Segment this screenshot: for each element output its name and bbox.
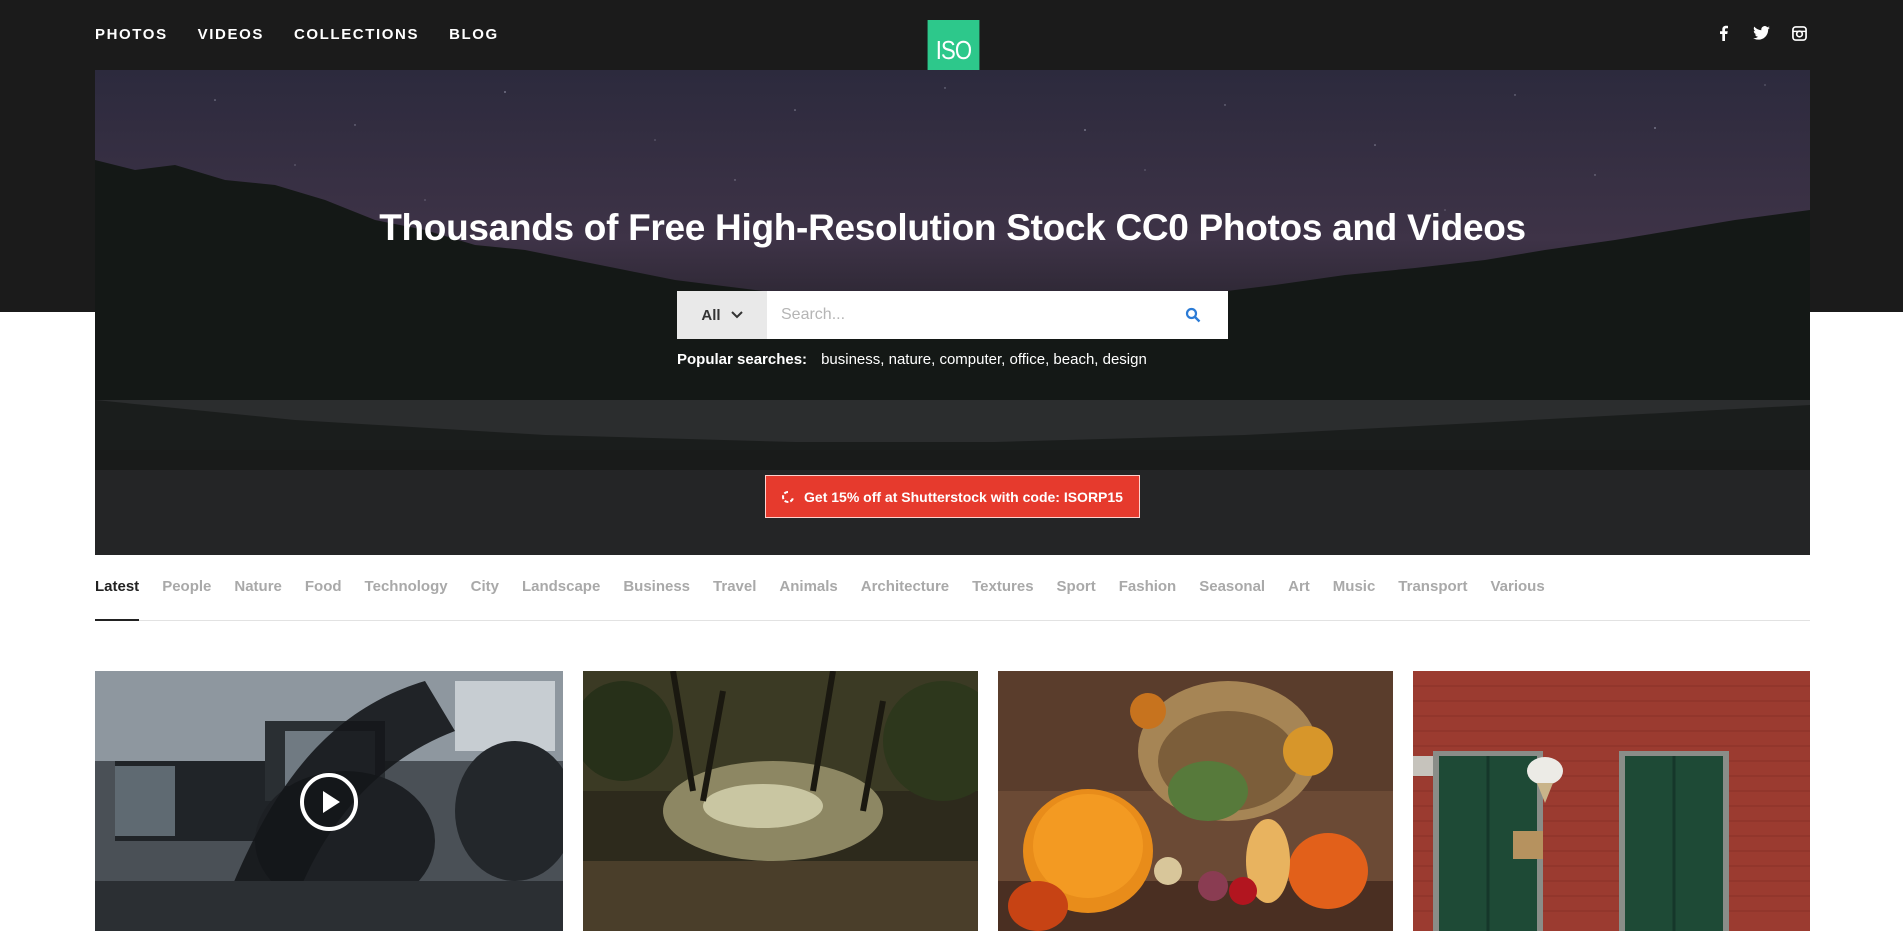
popular-searches-label: Popular searches: (677, 351, 808, 368)
play-icon[interactable] (299, 772, 359, 832)
refresh-icon (782, 490, 795, 503)
tab-various[interactable]: Various (1490, 578, 1544, 621)
search-input[interactable] (767, 291, 1158, 339)
photo-thumbnail (583, 671, 978, 931)
promo-text: Get 15% off at Shutterstock with code: I… (804, 488, 1123, 505)
tab-people[interactable]: People (162, 578, 211, 621)
tab-fashion[interactable]: Fashion (1119, 578, 1177, 621)
twitter-icon[interactable] (1752, 24, 1770, 42)
tab-city[interactable]: City (471, 578, 499, 621)
instagram-icon[interactable] (1790, 24, 1808, 42)
tab-landscape[interactable]: Landscape (522, 578, 600, 621)
main-nav: PHOTOS VIDEOS COLLECTIONS BLOG (95, 26, 499, 43)
hero-banner: Thousands of Free High-Resolution Stock … (95, 70, 1810, 555)
popular-searches-terms[interactable]: business, nature, computer, office, beac… (821, 351, 1147, 368)
nav-blog[interactable]: BLOG (449, 26, 499, 43)
photo-card-harvest[interactable] (998, 671, 1393, 931)
photo-card-green-doors[interactable] (1413, 671, 1810, 931)
tab-music[interactable]: Music (1333, 578, 1376, 621)
facebook-icon[interactable] (1714, 24, 1732, 42)
popular-searches: Popular searches: business, nature, comp… (677, 351, 1147, 368)
search-button[interactable] (1158, 291, 1228, 339)
category-tabs: Latest People Nature Food Technology Cit… (95, 578, 1810, 621)
photo-thumbnail (998, 671, 1393, 931)
tab-animals[interactable]: Animals (779, 578, 837, 621)
nav-videos[interactable]: VIDEOS (198, 26, 264, 43)
nav-collections[interactable]: COLLECTIONS (294, 26, 419, 43)
nav-photos[interactable]: PHOTOS (95, 26, 168, 43)
tab-sport[interactable]: Sport (1057, 578, 1096, 621)
search-category-value: All (701, 306, 721, 324)
hero-title: Thousands of Free High-Resolution Stock … (379, 207, 1526, 248)
tab-technology[interactable]: Technology (365, 578, 448, 621)
tab-travel[interactable]: Travel (713, 578, 756, 621)
social-links (1714, 24, 1808, 42)
tab-nature[interactable]: Nature (234, 578, 282, 621)
tab-business[interactable]: Business (623, 578, 690, 621)
tab-transport[interactable]: Transport (1398, 578, 1467, 621)
chevron-down-icon (730, 311, 743, 319)
search-icon (1185, 307, 1201, 323)
tab-textures[interactable]: Textures (972, 578, 1033, 621)
tab-seasonal[interactable]: Seasonal (1199, 578, 1265, 621)
video-card-office[interactable] (95, 671, 563, 931)
photo-grid (95, 671, 1810, 931)
photo-card-forest[interactable] (583, 671, 978, 931)
tab-art[interactable]: Art (1288, 578, 1310, 621)
tab-latest[interactable]: Latest (95, 578, 140, 621)
tab-food[interactable]: Food (305, 578, 342, 621)
tab-architecture[interactable]: Architecture (861, 578, 949, 621)
search-bar: All (677, 291, 1228, 339)
search-category-select[interactable]: All (677, 291, 767, 339)
photo-thumbnail (1413, 671, 1810, 931)
shutterstock-promo-button[interactable]: Get 15% off at Shutterstock with code: I… (765, 475, 1140, 518)
